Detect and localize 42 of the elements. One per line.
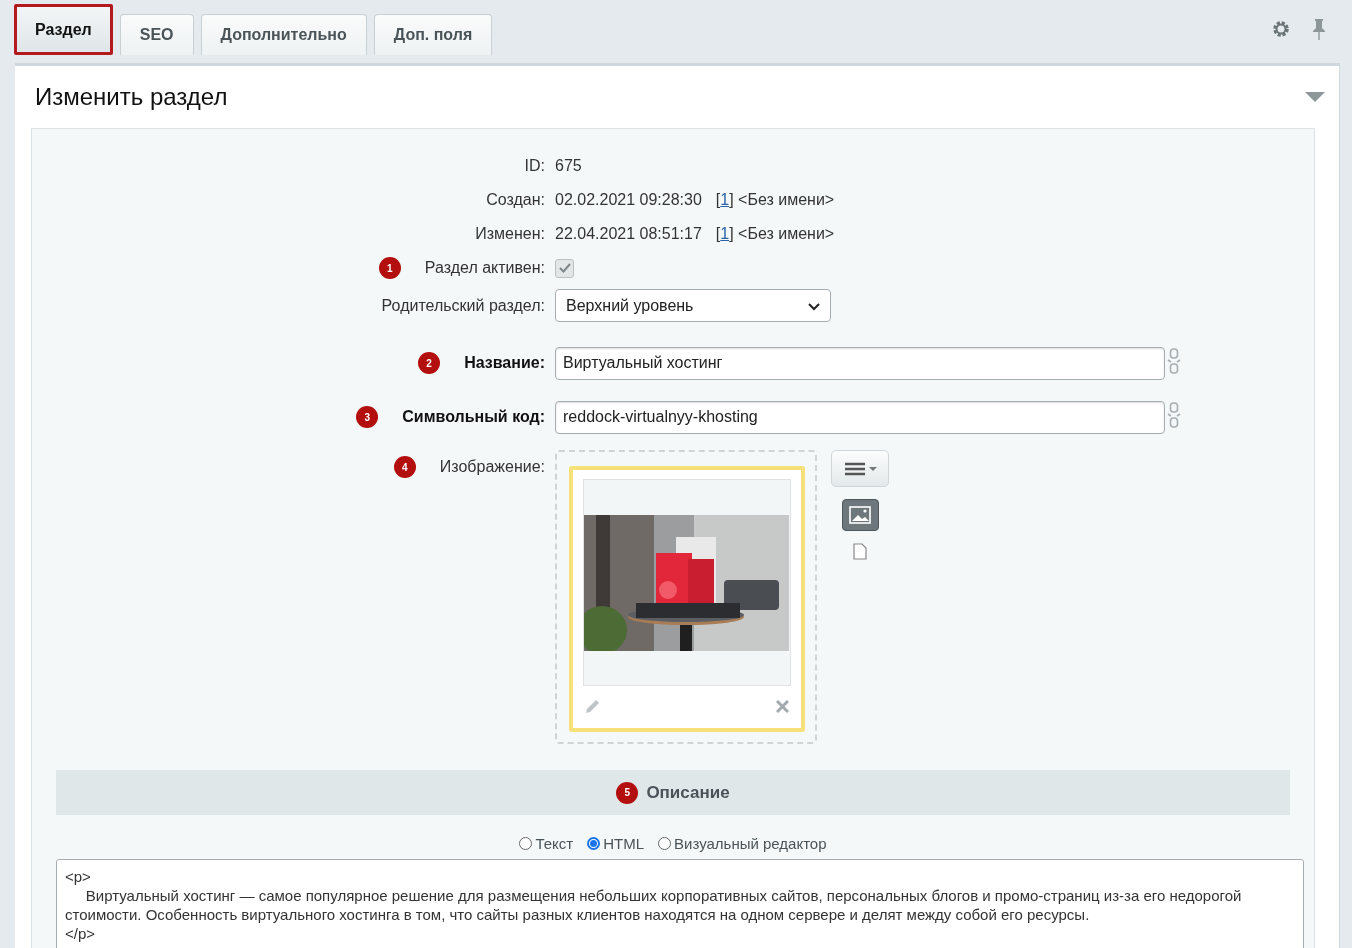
field-value: 02.02.2021 09:28:30	[555, 191, 702, 209]
image-icon	[849, 506, 871, 524]
panel-title: Изменить раздел	[35, 83, 228, 111]
tab[interactable]: SEO	[119, 14, 194, 55]
chevron-icon	[808, 302, 820, 311]
radio-option[interactable]: HTML	[587, 835, 645, 852]
number-badge: 2	[418, 352, 441, 374]
tab[interactable]: Доп. поля	[373, 14, 493, 55]
menu-button[interactable]	[831, 450, 889, 487]
user-name: ] <Без имени>	[729, 191, 835, 208]
field-value: 22.04.2021 08:51:17	[555, 225, 702, 243]
field-label: Название:	[464, 354, 545, 372]
number-badge: 1	[378, 257, 401, 279]
menu-icon	[843, 461, 877, 476]
field-label: Раздел активен:	[424, 259, 545, 277]
number-badge: 3	[356, 406, 379, 428]
field-label: Символьный код:	[402, 408, 545, 426]
dropdown[interactable]: Верхний уровень	[555, 289, 831, 322]
image-button[interactable]	[841, 499, 879, 531]
radio-option[interactable]: Текст	[519, 835, 574, 852]
tab[interactable]: Дополнительно	[200, 14, 367, 55]
tab[interactable]: Раздел	[14, 4, 113, 55]
bracket: [	[715, 191, 721, 208]
number-badge: 4	[393, 456, 416, 478]
bracket: [	[715, 225, 721, 242]
section-title: Описание	[646, 782, 730, 803]
input-field[interactable]: reddock-virtualnyy-khosting	[555, 400, 1165, 434]
user-name: ] <Без имени>	[729, 225, 835, 242]
field-label: Изменен:	[475, 225, 545, 243]
drop-zone[interactable]	[555, 450, 817, 744]
field-label: Родительский раздел:	[381, 296, 545, 315]
field-label: ID:	[524, 157, 545, 175]
user-link[interactable]: 1	[720, 191, 730, 208]
input-field[interactable]: Виртуальный хостинг	[555, 346, 1165, 380]
check-icon	[558, 263, 571, 273]
field-label: Изображение:	[439, 458, 545, 476]
user-link[interactable]: 1	[720, 225, 730, 242]
number-badge: 5	[616, 781, 639, 804]
field-label: Создан:	[486, 191, 545, 209]
field-value: 675	[555, 157, 582, 175]
text-area[interactable]: <p> Виртуальный хостинг — самое популярное решение для размещения небольших корпоративных сайтов, персональных блогов и промо-страниц из-за его недорогой стоимости. Особенность виртуального хостинга в том, что сайты разных клиентов находятся на одном сервере и делят между собой его ресурсы. </p>	[56, 859, 1304, 948]
radio-option[interactable]: Визуальный редактор	[658, 835, 827, 852]
